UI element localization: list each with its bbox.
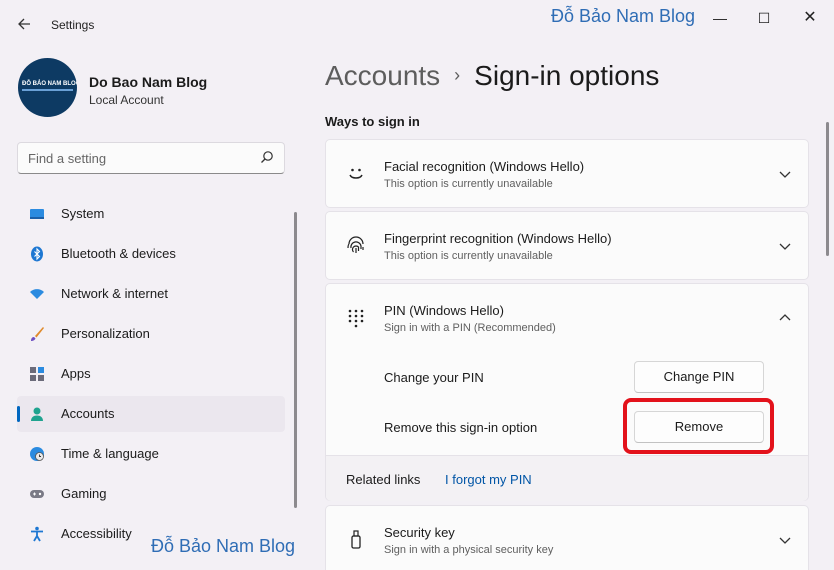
remove-option-label: Remove this sign-in option bbox=[384, 420, 538, 435]
change-pin-label: Change your PIN bbox=[384, 370, 484, 385]
sidebar-item-system[interactable]: System bbox=[17, 196, 285, 232]
user-profile[interactable]: ĐỖ BẢO NAM BLOG Do Bao Nam Blog Local Ac… bbox=[18, 58, 288, 118]
sidebar-item-accounts[interactable]: Accounts bbox=[17, 396, 285, 432]
search-input[interactable]: Find a setting bbox=[17, 142, 285, 174]
usb-key-icon bbox=[351, 530, 361, 549]
sidebar-item-label: Accounts bbox=[61, 406, 115, 421]
option-subtitle: Sign in with a PIN (Recommended) bbox=[384, 322, 556, 334]
chevron-down-icon[interactable] bbox=[778, 167, 792, 181]
change-pin-button[interactable]: Change PIN bbox=[634, 361, 764, 393]
option-title: PIN (Windows Hello) bbox=[384, 303, 504, 318]
keypad-icon bbox=[348, 309, 364, 328]
fingerprint-recognition-card[interactable]: Fingerprint recognition (Windows Hello) … bbox=[325, 211, 809, 280]
bluetooth-icon bbox=[31, 246, 43, 262]
sidebar-item-gaming[interactable]: Gaming bbox=[17, 476, 285, 512]
maximize-button[interactable]: ☐ bbox=[744, 6, 784, 30]
avatar-logo-text: ĐỖ BẢO NAM BLOG bbox=[22, 81, 77, 87]
watermark-text: Đỗ Bảo Nam Blog bbox=[151, 536, 296, 556]
sidebar-item-label: Apps bbox=[61, 366, 91, 381]
search-placeholder: Find a setting bbox=[28, 151, 107, 166]
arrow-left-icon bbox=[18, 18, 30, 30]
apps-icon bbox=[30, 367, 44, 381]
option-subtitle: This option is currently unavailable bbox=[384, 250, 553, 262]
sidebar-scrollbar[interactable] bbox=[294, 212, 297, 508]
remove-highlight-box bbox=[623, 398, 774, 454]
sidebar-item-label: Personalization bbox=[61, 326, 150, 341]
avatar-logo-line bbox=[22, 89, 73, 91]
smile-face-icon bbox=[349, 168, 363, 179]
person-icon bbox=[31, 407, 43, 421]
globe-clock-icon bbox=[30, 447, 44, 461]
chevron-up-icon[interactable] bbox=[778, 311, 792, 325]
related-links-label: Related links bbox=[346, 472, 421, 487]
close-button[interactable]: ✕ bbox=[790, 6, 830, 30]
related-links: Related links I forgot my PIN bbox=[326, 455, 808, 501]
profile-name: Do Bao Nam Blog bbox=[89, 74, 208, 90]
sidebar-item-time-language[interactable]: Time & language bbox=[17, 436, 285, 472]
sidebar-item-label: Accessibility bbox=[61, 526, 132, 541]
section-title: Ways to sign in bbox=[325, 114, 420, 129]
gamepad-icon bbox=[30, 490, 44, 498]
page-title: Sign-in options bbox=[474, 60, 660, 91]
forgot-pin-link[interactable]: I forgot my PIN bbox=[445, 472, 532, 487]
account-type: Local Account bbox=[89, 93, 164, 107]
sidebar-item-label: Gaming bbox=[61, 486, 107, 501]
back-button[interactable] bbox=[12, 12, 36, 36]
breadcrumb: Accounts › Sign-in options bbox=[325, 60, 659, 92]
title-bar: Settings Đỗ Bảo Nam Blog — ☐ ✕ bbox=[0, 0, 834, 40]
option-subtitle: Sign in with a physical security key bbox=[384, 544, 554, 556]
chevron-down-icon[interactable] bbox=[778, 533, 792, 547]
sidebar-item-personalization[interactable]: Personalization bbox=[17, 316, 285, 352]
pin-card[interactable]: PIN (Windows Hello) Sign in with a PIN (… bbox=[325, 283, 809, 352]
option-title: Facial recognition (Windows Hello) bbox=[384, 159, 585, 174]
sidebar-item-network[interactable]: Network & internet bbox=[17, 276, 285, 312]
sidebar-item-label: System bbox=[61, 206, 105, 221]
sidebar-item-apps[interactable]: Apps bbox=[17, 356, 285, 392]
brush-icon bbox=[31, 327, 44, 341]
sidebar-nav: System Bluetooth & devices Network & int… bbox=[17, 196, 285, 556]
minimize-button[interactable]: — bbox=[700, 6, 740, 30]
security-key-card[interactable]: Security key Sign in with a physical sec… bbox=[325, 505, 809, 570]
app-title: Settings bbox=[51, 18, 95, 32]
breadcrumb-parent[interactable]: Accounts bbox=[325, 60, 440, 91]
monitor-icon bbox=[30, 209, 44, 219]
accessibility-icon bbox=[31, 526, 43, 542]
breadcrumb-separator: › bbox=[454, 65, 461, 85]
main-scrollbar[interactable] bbox=[826, 122, 829, 256]
avatar: ĐỖ BẢO NAM BLOG bbox=[18, 58, 77, 117]
chevron-down-icon[interactable] bbox=[778, 239, 792, 253]
facial-recognition-card[interactable]: Facial recognition (Windows Hello) This … bbox=[325, 139, 809, 208]
wifi-icon bbox=[30, 289, 44, 299]
option-title: Security key bbox=[384, 525, 455, 540]
sidebar-item-label: Time & language bbox=[61, 446, 159, 461]
fingerprint-icon bbox=[347, 236, 364, 253]
search-icon bbox=[261, 151, 273, 163]
option-subtitle: This option is currently unavailable bbox=[384, 178, 553, 190]
option-title: Fingerprint recognition (Windows Hello) bbox=[384, 231, 612, 246]
sidebar-item-label: Network & internet bbox=[61, 286, 168, 301]
watermark-text: Đỗ Bảo Nam Blog bbox=[551, 6, 696, 26]
sidebar-item-label: Bluetooth & devices bbox=[61, 246, 176, 261]
sidebar-item-bluetooth[interactable]: Bluetooth & devices bbox=[17, 236, 285, 272]
